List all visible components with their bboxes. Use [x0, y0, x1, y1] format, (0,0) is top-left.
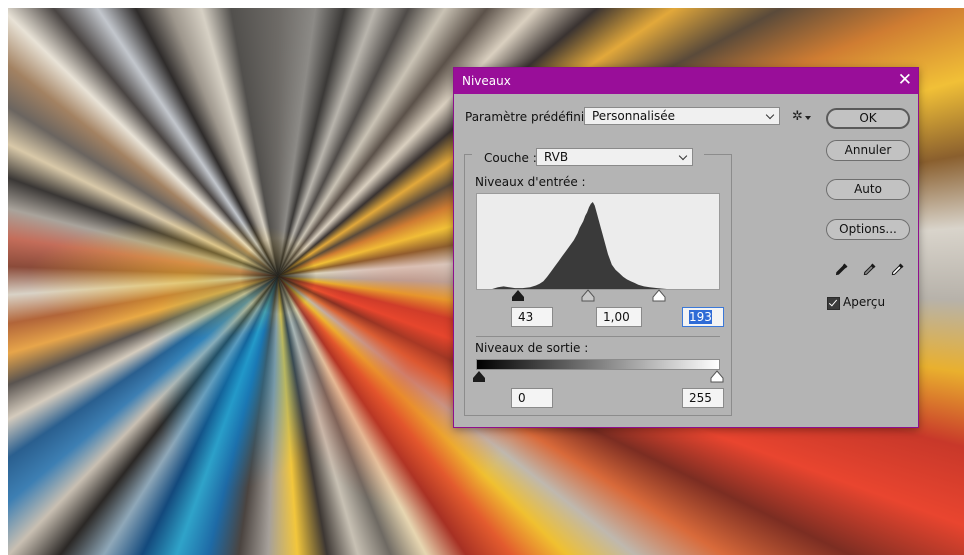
channel-value: RVB	[544, 150, 569, 164]
histogram	[476, 193, 720, 290]
output-white-field[interactable]: 255	[682, 388, 724, 408]
options-button[interactable]: Options...	[826, 219, 910, 240]
preset-label: Paramètre prédéfini :	[465, 110, 593, 124]
input-levels-label: Niveaux d'entrée :	[475, 175, 586, 189]
input-white-value: 193	[689, 310, 712, 324]
preset-value: Personnalisée	[592, 109, 675, 123]
cancel-button[interactable]: Annuler	[826, 140, 910, 161]
output-black-triangle	[473, 371, 485, 378]
input-white-field[interactable]: 193	[682, 307, 724, 327]
gear-menu-arrow-icon	[805, 116, 811, 120]
preview-label: Aperçu	[843, 295, 886, 309]
levels-dialog: Niveaux ✕ Paramètre prédéfini : Personna…	[453, 67, 919, 428]
preview-checkbox[interactable]	[827, 297, 840, 310]
output-gradient	[476, 359, 720, 370]
channel-select[interactable]: RVB	[536, 148, 693, 166]
section-divider	[476, 336, 720, 337]
white-point-eyedropper-icon[interactable]	[890, 261, 906, 277]
histogram-graph	[477, 202, 719, 289]
dialog-titlebar[interactable]: Niveaux ✕	[454, 68, 918, 94]
white-slider-outline	[652, 289, 666, 302]
ok-button[interactable]: OK	[826, 108, 910, 129]
output-black-base	[473, 378, 485, 382]
output-white-outline	[710, 370, 724, 383]
channel-label: Couche :	[484, 151, 537, 165]
gamma-slider-outline	[581, 289, 595, 302]
gray-point-eyedropper-icon[interactable]	[862, 261, 878, 277]
check-icon	[828, 297, 838, 307]
auto-button[interactable]: Auto	[826, 179, 910, 200]
gear-icon[interactable]: ✲	[792, 109, 803, 124]
input-gamma-field[interactable]: 1,00	[596, 307, 642, 327]
black-point-eyedropper-icon[interactable]	[834, 261, 850, 277]
chevron-down-icon	[678, 151, 688, 161]
histogram-area	[477, 202, 719, 289]
black-slider-base	[512, 297, 524, 301]
output-black-field[interactable]: 0	[511, 388, 553, 408]
chevron-down-icon	[765, 110, 775, 120]
input-black-field[interactable]: 43	[511, 307, 553, 327]
output-levels-label: Niveaux de sortie :	[475, 341, 589, 355]
preset-select[interactable]: Personnalisée	[584, 107, 780, 125]
black-slider-triangle	[512, 290, 524, 297]
close-icon[interactable]: ✕	[898, 70, 912, 90]
dialog-title: Niveaux	[462, 74, 511, 88]
